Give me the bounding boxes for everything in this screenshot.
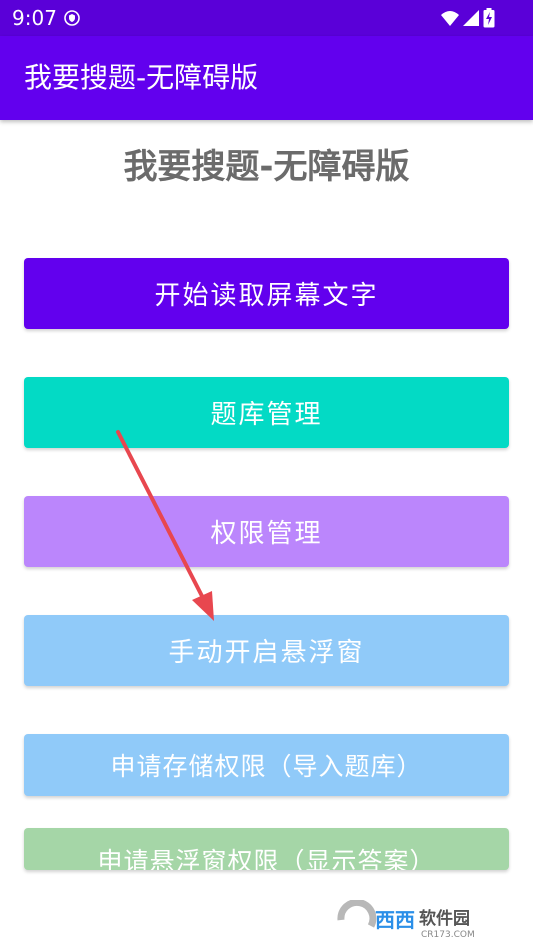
annotation-arrow <box>116 430 214 621</box>
request-overlay-permission-button[interactable]: 申请悬浮窗权限（显示答案） <box>24 828 509 870</box>
open-floating-window-button-label: 手动开启悬浮窗 <box>168 638 365 668</box>
battery-charging-icon <box>483 8 495 28</box>
open-floating-window-button[interactable]: 手动开启悬浮窗 <box>24 615 509 686</box>
request-storage-permission-button[interactable]: 申请存储权限（导入题库） <box>24 734 509 796</box>
permission-management-button-label: 权限管理 <box>210 519 323 549</box>
status-time: 9:07 <box>12 6 57 30</box>
svg-text:CR173.COM: CR173.COM <box>421 930 475 940</box>
status-bar: 9:07 <box>0 0 533 36</box>
app-bar-title: 我要搜题-无障碍版 <box>24 61 259 94</box>
page-title: 我要搜题-无障碍版 <box>123 147 410 187</box>
request-storage-permission-button-label: 申请存储权限（导入题库） <box>110 752 423 781</box>
cellular-signal-icon <box>463 10 479 26</box>
vpn-key-icon <box>64 10 80 26</box>
start-reading-screen-button-label: 开始读取屏幕文字 <box>154 281 379 311</box>
watermark-logo: 西西 软件园 CR173.COM <box>337 900 475 940</box>
permission-management-button[interactable]: 权限管理 <box>24 496 509 567</box>
request-overlay-permission-button-label: 申请悬浮窗权限（显示答案） <box>97 847 436 870</box>
question-bank-button[interactable]: 题库管理 <box>24 377 509 448</box>
start-reading-screen-button[interactable]: 开始读取屏幕文字 <box>24 258 509 329</box>
svg-text:西西: 西西 <box>375 908 415 932</box>
wifi-icon <box>441 11 459 26</box>
svg-text:软件园: 软件园 <box>419 908 470 929</box>
question-bank-button-label: 题库管理 <box>210 400 323 430</box>
app-bar: 我要搜题-无障碍版 <box>0 36 533 120</box>
